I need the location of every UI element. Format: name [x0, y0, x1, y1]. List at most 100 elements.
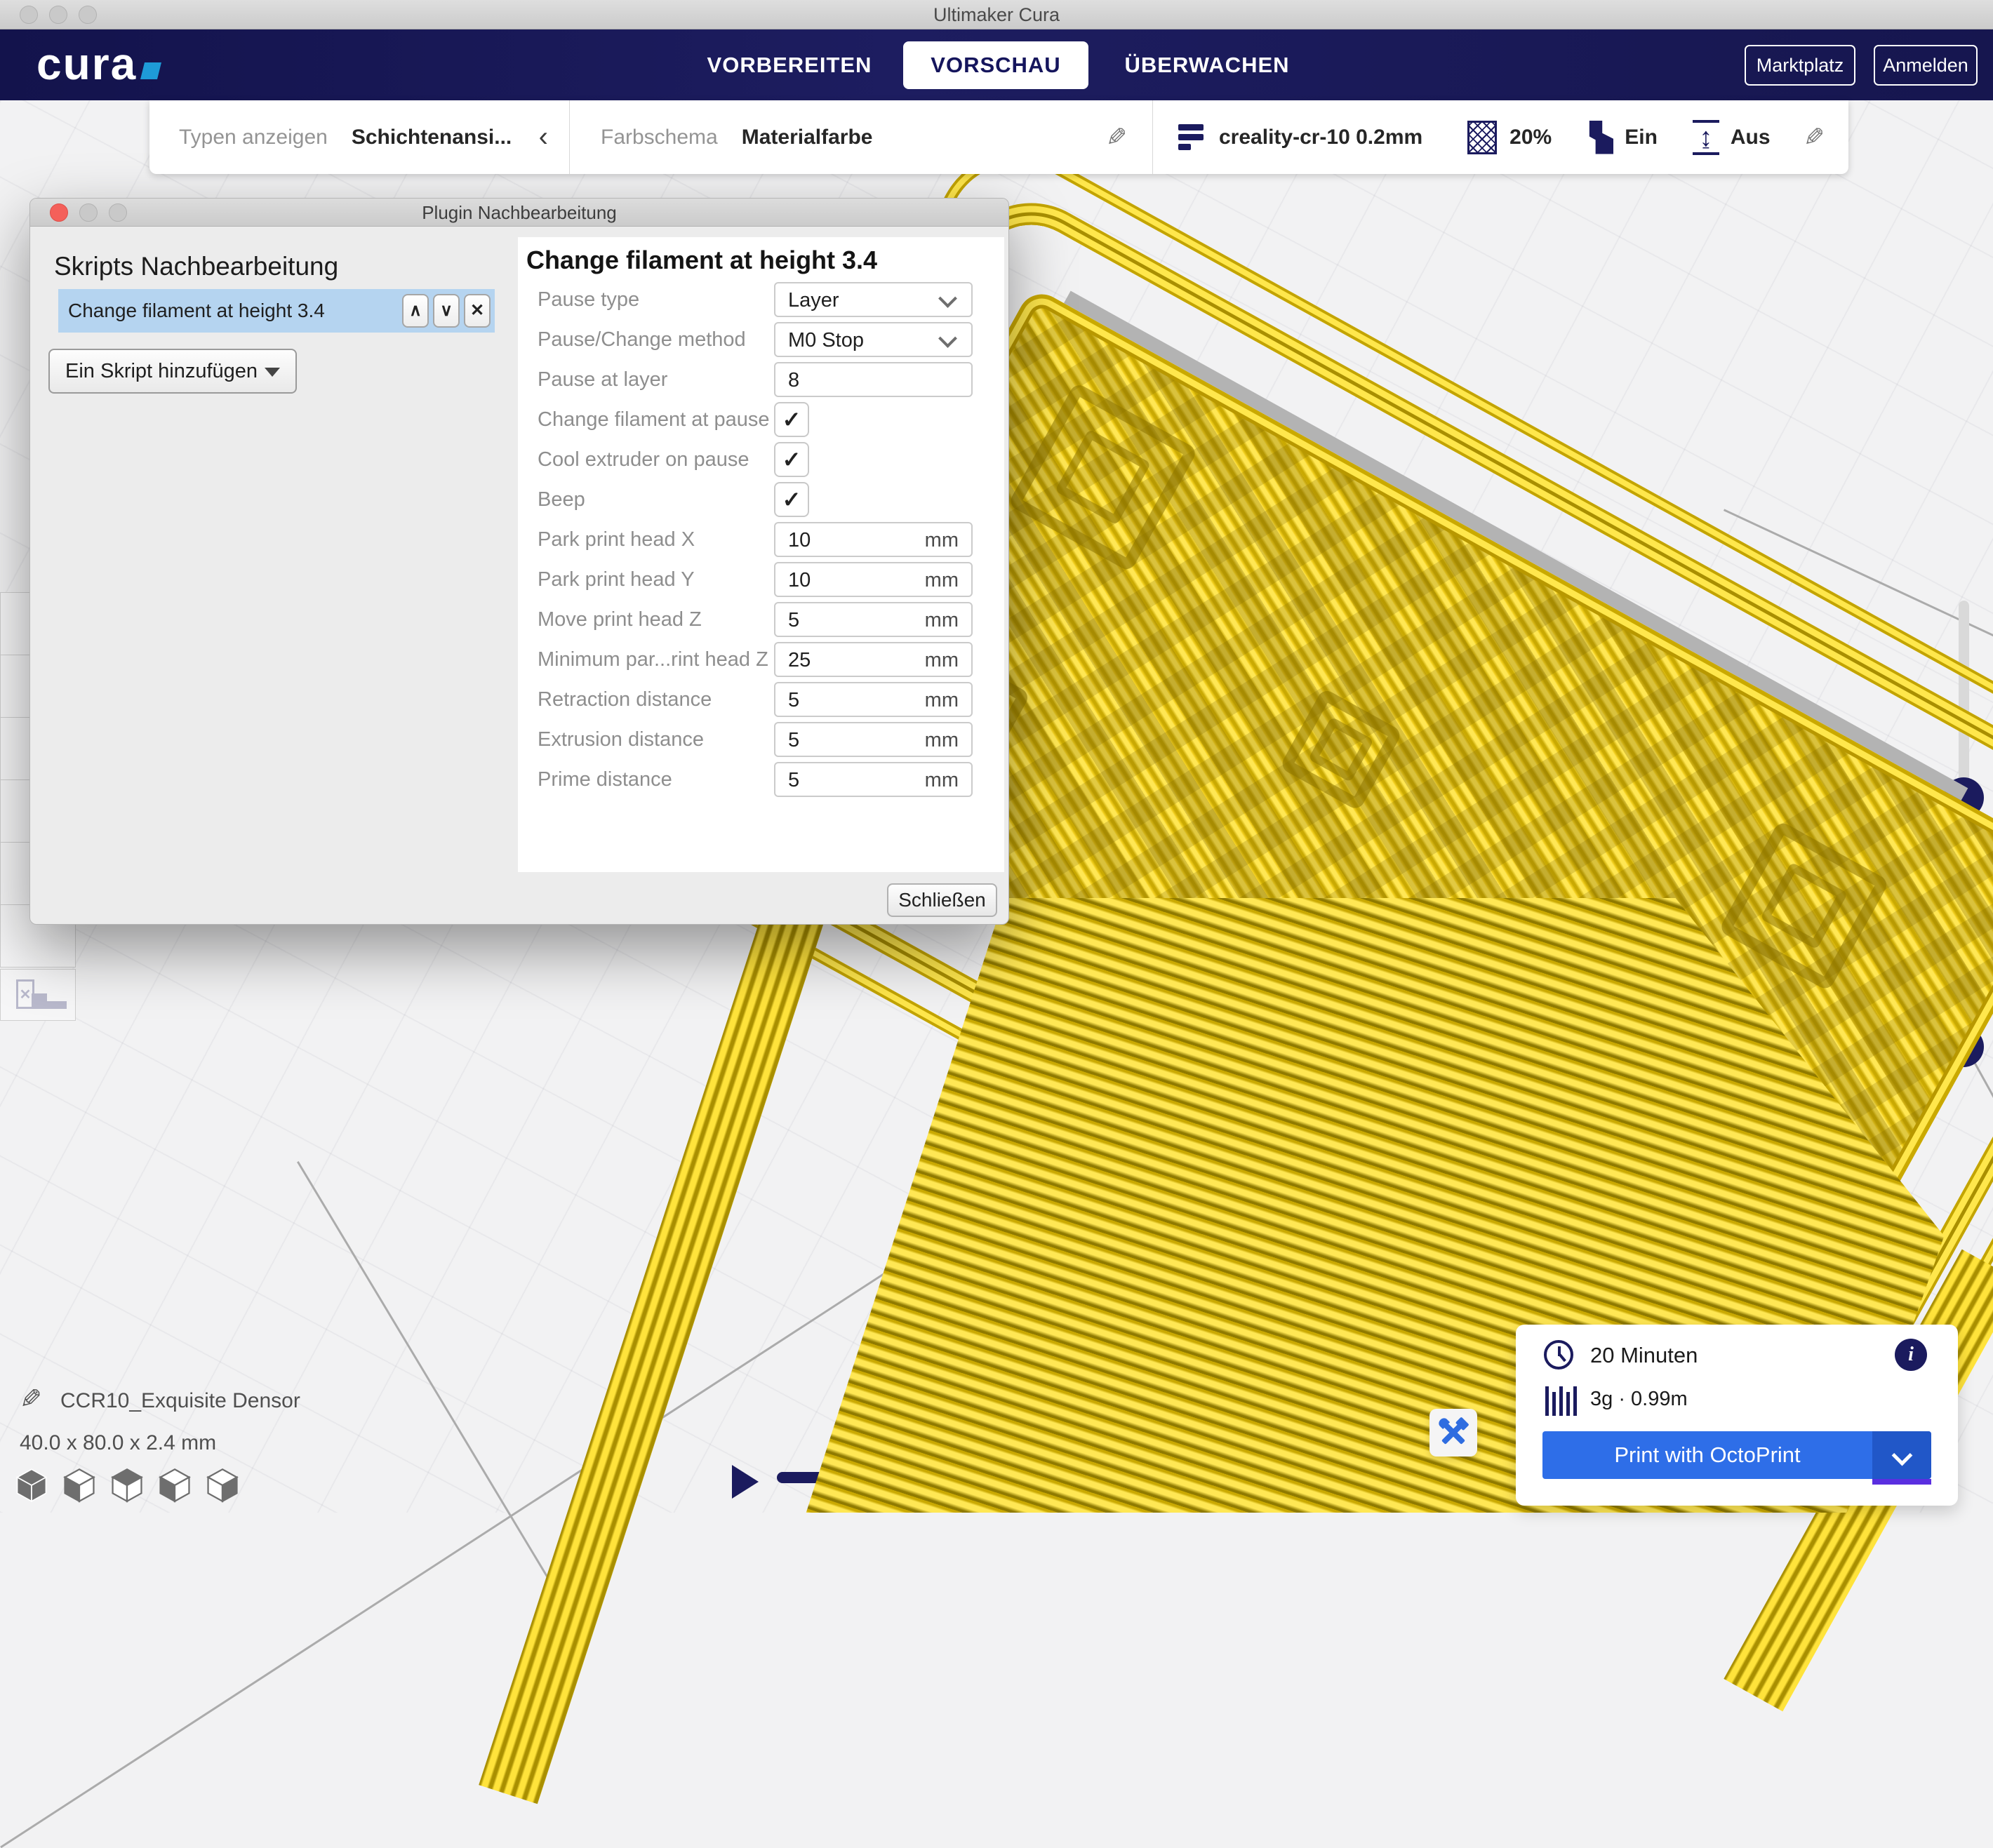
park-x-input[interactable]: 10mm	[774, 522, 973, 557]
cura-logo: cura	[36, 38, 159, 90]
field-row: Prime distance 5mm	[518, 762, 1004, 797]
color-scheme-value[interactable]: Materialfarbe	[742, 126, 873, 149]
beep-checkbox[interactable]: ✓	[774, 482, 809, 517]
window-close-button[interactable]	[20, 6, 38, 24]
print-with-octoprint-button[interactable]: Print with OctoPrint	[1542, 1431, 1931, 1479]
field-row: Pause/Change method M0 Stop	[518, 322, 1004, 357]
field-row: Minimum par...rint head Z 25mm	[518, 642, 1004, 677]
view-front-icon[interactable]	[63, 1468, 95, 1503]
qr-finder-square	[1008, 382, 1199, 573]
settings-heading: Change filament at height 3.4	[526, 246, 877, 275]
qr-finder-square	[1718, 820, 1890, 992]
dialog-zoom-button[interactable]	[109, 203, 127, 222]
script-settings-panel: Change filament at height 3.4 Pause type…	[518, 237, 1004, 872]
pause-method-select[interactable]: M0 Stop	[774, 322, 973, 357]
tab-ueberwachen[interactable]: ÜBERWACHEN	[1116, 41, 1298, 89]
view-orientation-buttons	[15, 1468, 239, 1503]
qr-finder-square	[1279, 688, 1404, 812]
move-script-up-button[interactable]: ∧	[402, 294, 429, 328]
remove-script-button[interactable]: ✕	[464, 294, 491, 328]
material-usage: 3g · 0.99m	[1590, 1388, 1688, 1411]
dropdown-caret-icon	[265, 368, 280, 377]
print-settings-summary[interactable]: creality-cr-10 0.2mm 20% Ein ↨ Aus ✎	[1153, 100, 1848, 174]
tab-vorschau[interactable]: VORSCHAU	[903, 41, 1088, 89]
info-icon[interactable]: i	[1895, 1339, 1927, 1371]
field-row: Change filament at pause ✓	[518, 402, 1004, 437]
buildplate-edge-line	[297, 1161, 573, 1619]
edit-pencil-icon[interactable]: ✎	[1106, 123, 1127, 152]
support-value: Ein	[1625, 126, 1658, 149]
sign-in-button[interactable]: Anmelden	[1874, 45, 1978, 86]
cool-extruder-checkbox[interactable]: ✓	[774, 442, 809, 477]
minimum-park-z-input[interactable]: 25mm	[774, 642, 973, 677]
extrusion-distance-input[interactable]: 5mm	[774, 722, 973, 757]
move-z-input[interactable]: 5mm	[774, 602, 973, 637]
scripts-heading: Skripts Nachbearbeitung	[54, 252, 338, 281]
printer-profile-value[interactable]: creality-cr-10 0.2mm	[1219, 126, 1422, 149]
window-title: Ultimaker Cura	[0, 0, 1993, 29]
logo-dot-icon	[140, 62, 161, 79]
marketplace-button[interactable]: Marktplatz	[1745, 45, 1855, 86]
field-row: Beep ✓	[518, 482, 1004, 517]
close-dialog-button[interactable]: Schließen	[887, 883, 997, 917]
script-name: Change filament at height 3.4	[58, 300, 402, 322]
view-type-label: Typen anzeigen	[179, 126, 328, 149]
dialog-close-button[interactable]	[50, 203, 68, 222]
field-row: Move print head Z 5mm	[518, 602, 1004, 637]
view-left-icon[interactable]	[159, 1468, 191, 1503]
script-list-item[interactable]: Change filament at height 3.4 ∧ ∨ ✕	[58, 289, 495, 333]
change-filament-checkbox[interactable]: ✓	[774, 402, 809, 437]
tab-vorbereiten[interactable]: VORBEREITEN	[702, 41, 877, 89]
color-scheme-selector[interactable]: Farbschema Materialfarbe ✎	[570, 100, 1153, 174]
dialog-minimize-button[interactable]	[79, 203, 98, 222]
color-scheme-label: Farbschema	[601, 126, 718, 149]
print-job-panel: 20 Minuten i 3g · 0.99m Print with OctoP…	[1516, 1325, 1958, 1506]
stairs-icon	[43, 1001, 67, 1009]
retraction-distance-input[interactable]: 5mm	[774, 682, 973, 717]
infill-icon	[1467, 121, 1497, 154]
adhesion-icon: ↨	[1691, 120, 1721, 155]
add-script-button[interactable]: Ein Skript hinzufügen	[48, 349, 297, 394]
collapse-chevron-icon[interactable]: ‹	[539, 121, 548, 153]
post-processing-dialog: Plugin Nachbearbeitung Skripts Nachbearb…	[29, 198, 1009, 925]
window-zoom-button[interactable]	[79, 6, 97, 24]
pause-type-select[interactable]: Layer	[774, 282, 973, 317]
pause-at-layer-input[interactable]: 8	[774, 362, 973, 397]
field-row: Park print head X 10mm	[518, 522, 1004, 557]
park-y-input[interactable]: 10mm	[774, 562, 973, 597]
support-icon	[1585, 121, 1613, 154]
model-dimensions: 40.0 x 80.0 x 2.4 mm	[20, 1431, 216, 1455]
field-row: Park print head Y 10mm	[518, 562, 1004, 597]
print-options-chevron-icon[interactable]	[1872, 1431, 1931, 1479]
dialog-title: Plugin Nachbearbeitung	[30, 199, 1008, 227]
octoprint-settings-button[interactable]	[1429, 1409, 1477, 1457]
prime-distance-input[interactable]: 5mm	[774, 762, 973, 797]
model-name: CCR10_Exquisite Densor	[60, 1389, 300, 1413]
infill-value: 20%	[1509, 126, 1552, 149]
print-time: 20 Minuten	[1590, 1343, 1698, 1368]
layer-height-icon	[1178, 124, 1204, 150]
view-type-selector[interactable]: Typen anzeigen Schichtenansi... ‹	[149, 100, 570, 174]
view-right-icon[interactable]	[206, 1468, 239, 1503]
clock-icon	[1544, 1340, 1573, 1370]
window-minimize-button[interactable]	[49, 6, 67, 24]
buildplate-edge-line	[0, 1273, 884, 1848]
play-button[interactable]	[732, 1465, 759, 1499]
window-titlebar: Ultimaker Cura	[0, 0, 1993, 29]
field-row: Retraction distance 5mm	[518, 682, 1004, 717]
field-row: Pause type Layer	[518, 282, 1004, 317]
dialog-titlebar[interactable]: Plugin Nachbearbeitung	[30, 199, 1008, 227]
adhesion-value: Aus	[1731, 126, 1771, 149]
view-3d-icon[interactable]	[15, 1468, 48, 1503]
view-top-icon[interactable]	[111, 1468, 143, 1503]
tool-custom-supports-button[interactable]: ✕	[0, 969, 76, 1021]
app-header: cura VORBEREITEN VORSCHAU ÜBERWACHEN Mar…	[0, 29, 1993, 100]
move-script-down-button[interactable]: ∨	[433, 294, 460, 328]
field-row: Cool extruder on pause ✓	[518, 442, 1004, 477]
preview-toolbar: Typen anzeigen Schichtenansi... ‹ Farbsc…	[149, 100, 1848, 174]
rename-pencil-icon: ✎	[20, 1384, 42, 1415]
field-row: Extrusion distance 5mm	[518, 722, 1004, 757]
edit-pencil-icon[interactable]: ✎	[1804, 123, 1825, 152]
view-type-value[interactable]: Schichtenansi...	[352, 126, 512, 149]
filament-icon	[1545, 1386, 1577, 1416]
